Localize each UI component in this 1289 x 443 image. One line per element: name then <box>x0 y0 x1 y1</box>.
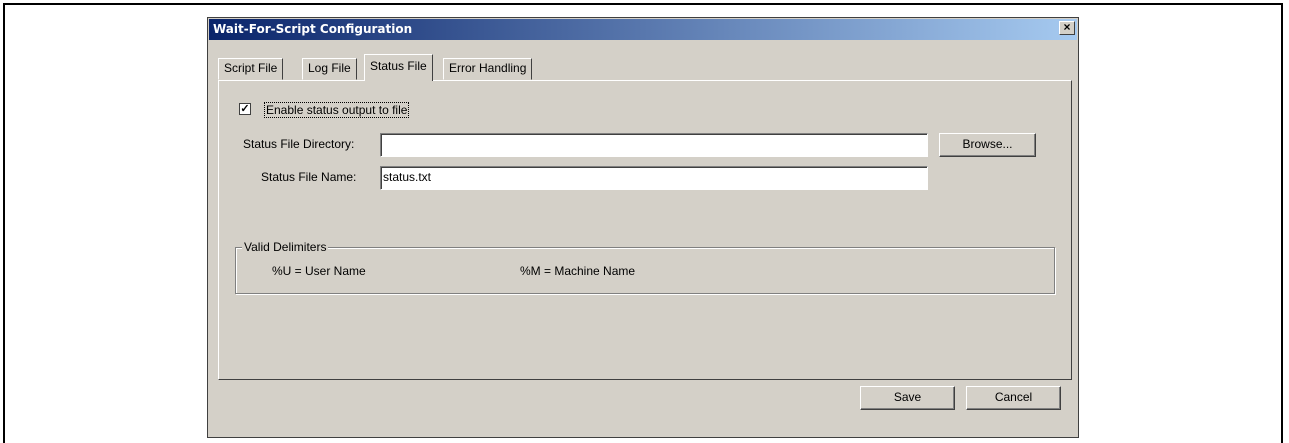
tab-status-file[interactable]: Status File <box>364 54 433 81</box>
close-button[interactable]: × <box>1059 21 1075 35</box>
tab-label: Script File <box>224 61 278 75</box>
status-file-name-label: Status File Name: <box>261 170 357 184</box>
delimiter-user: %U = User Name <box>272 264 366 278</box>
enable-status-label[interactable]: Enable status output to file <box>264 102 410 118</box>
save-button[interactable]: Save <box>860 386 955 410</box>
tab-label: Log File <box>308 61 351 75</box>
group-title: Valid Delimiters <box>242 240 329 254</box>
status-directory-label: Status File Directory: <box>243 137 355 151</box>
title-bar[interactable]: Wait-For-Script Configuration × <box>209 19 1077 40</box>
status-file-name-input[interactable]: status.txt <box>380 166 928 190</box>
tab-label: Error Handling <box>449 61 527 75</box>
tab-script-file[interactable]: Script File <box>218 58 284 80</box>
close-icon: × <box>1063 20 1071 34</box>
checkmark-icon: ✓ <box>240 103 250 115</box>
enable-status-checkbox[interactable]: ✓ <box>239 103 251 115</box>
cancel-button[interactable]: Cancel <box>966 386 1061 410</box>
tab-label: Status File <box>370 59 427 73</box>
tab-log-file[interactable]: Log File <box>302 58 357 80</box>
status-directory-input[interactable] <box>380 133 928 157</box>
status-file-panel: ✓ Enable status output to file Status Fi… <box>218 80 1072 380</box>
dialog-title: Wait-For-Script Configuration <box>213 22 413 36</box>
browse-button[interactable]: Browse... <box>939 133 1036 157</box>
config-dialog: Wait-For-Script Configuration × Script F… <box>207 17 1079 438</box>
tab-error-handling[interactable]: Error Handling <box>443 58 533 80</box>
valid-delimiters-group: Valid Delimiters %U = User Name %M = Mac… <box>235 240 1055 294</box>
delimiter-machine: %M = Machine Name <box>520 264 636 278</box>
